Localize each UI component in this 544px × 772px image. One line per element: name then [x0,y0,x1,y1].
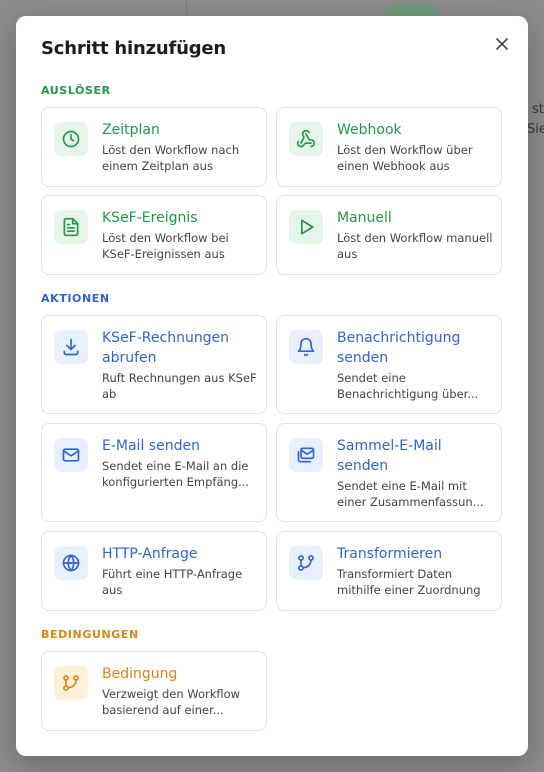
section-label-triggers: AUSLÖSER [41,84,111,97]
mail-icon [54,438,88,472]
card-title: KSeF-Ereignis [102,210,198,226]
card-description: Löst den Workflow bei KSeF-Ereignissen a… [102,231,229,261]
step-card-ksef-rechnungen-abrufen[interactable]: KSeF-Rechnungen abrufen Ruft Rechnungen … [41,315,267,414]
section-label-conditions: BEDINGUNGEN [41,628,139,641]
card-title: Transformieren [337,546,443,562]
card-title: Webhook [337,122,402,138]
step-card-webhook[interactable]: Webhook Löst den Workflow über einen Web… [276,107,502,187]
globe-icon [54,546,88,580]
card-description: Löst den Workflow nach einem Zeitplan au… [102,143,240,173]
card-description: Sendet eine Benachrichtigung über... [337,371,479,401]
dialog-title: Schritt hinzufügen [41,38,227,59]
card-description: Verzweigt den Workflow basierend auf ein… [102,687,241,717]
card-description: Führt eine HTTP-Anfrage aus [102,567,243,597]
card-description: Löst den Workflow über einen Webhook aus [337,143,473,173]
webhook-icon [289,122,323,156]
step-card-transformieren[interactable]: Transformieren Transformiert Daten mithi… [276,531,502,611]
bell-icon [289,330,323,364]
file-text-icon [54,210,88,244]
git-branch-icon [54,666,88,700]
step-card-sammel-e-mail-senden[interactable]: Sammel-E-Mail senden Sendet eine E-Mail … [276,423,502,522]
mail-stack-icon [289,438,323,472]
git-branch-icon [289,546,323,580]
card-title: Sammel-E-Mail senden [337,438,442,474]
card-description: Löst den Workflow manuell aus [337,231,493,261]
background-divider [186,0,187,16]
close-icon [496,38,508,50]
card-title: HTTP-Anfrage [102,546,198,562]
step-card-benachrichtigung-senden[interactable]: Benachrichtigung senden Sendet eine Bena… [276,315,502,414]
step-card-e-mail-senden[interactable]: E-Mail senden Sendet eine E-Mail an die … [41,423,267,522]
close-button[interactable] [490,32,514,56]
step-card-ksef-ereignis[interactable]: KSeF-Ereignis Löst den Workflow bei KSeF… [41,195,267,275]
card-title: Zeitplan [102,122,160,138]
section-label-actions: AKTIONEN [41,292,110,305]
card-title: KSeF-Rechnungen abrufen [102,330,230,366]
play-icon [289,210,323,244]
clock-icon [54,122,88,156]
card-title: Benachrichtigung senden [337,330,461,366]
step-card-zeitplan[interactable]: Zeitplan Löst den Workflow nach einem Ze… [41,107,267,187]
background-text: st [532,102,544,117]
card-description: Sendet eine E-Mail an die konfigurierten… [102,459,250,489]
card-description: Ruft Rechnungen aus KSeF ab [102,371,257,401]
background-text: Sie [527,122,544,137]
download-icon [54,330,88,364]
card-title: E-Mail senden [102,438,200,454]
step-card-http-anfrage[interactable]: HTTP-Anfrage Führt eine HTTP-Anfrage aus [41,531,267,611]
add-step-dialog: Schritt hinzufügen AUSLÖSER Zeitplan Lös… [16,16,528,756]
card-description: Sendet eine E-Mail mit einer Zusammenfas… [337,479,484,509]
step-card-bedingung[interactable]: Bedingung Verzweigt den Workflow basiere… [41,651,267,731]
card-title: Bedingung [102,666,178,682]
step-card-manuell[interactable]: Manuell Löst den Workflow manuell aus [276,195,502,275]
card-title: Manuell [337,210,392,226]
card-description: Transformiert Daten mithilfe einer Zuord… [337,567,481,597]
